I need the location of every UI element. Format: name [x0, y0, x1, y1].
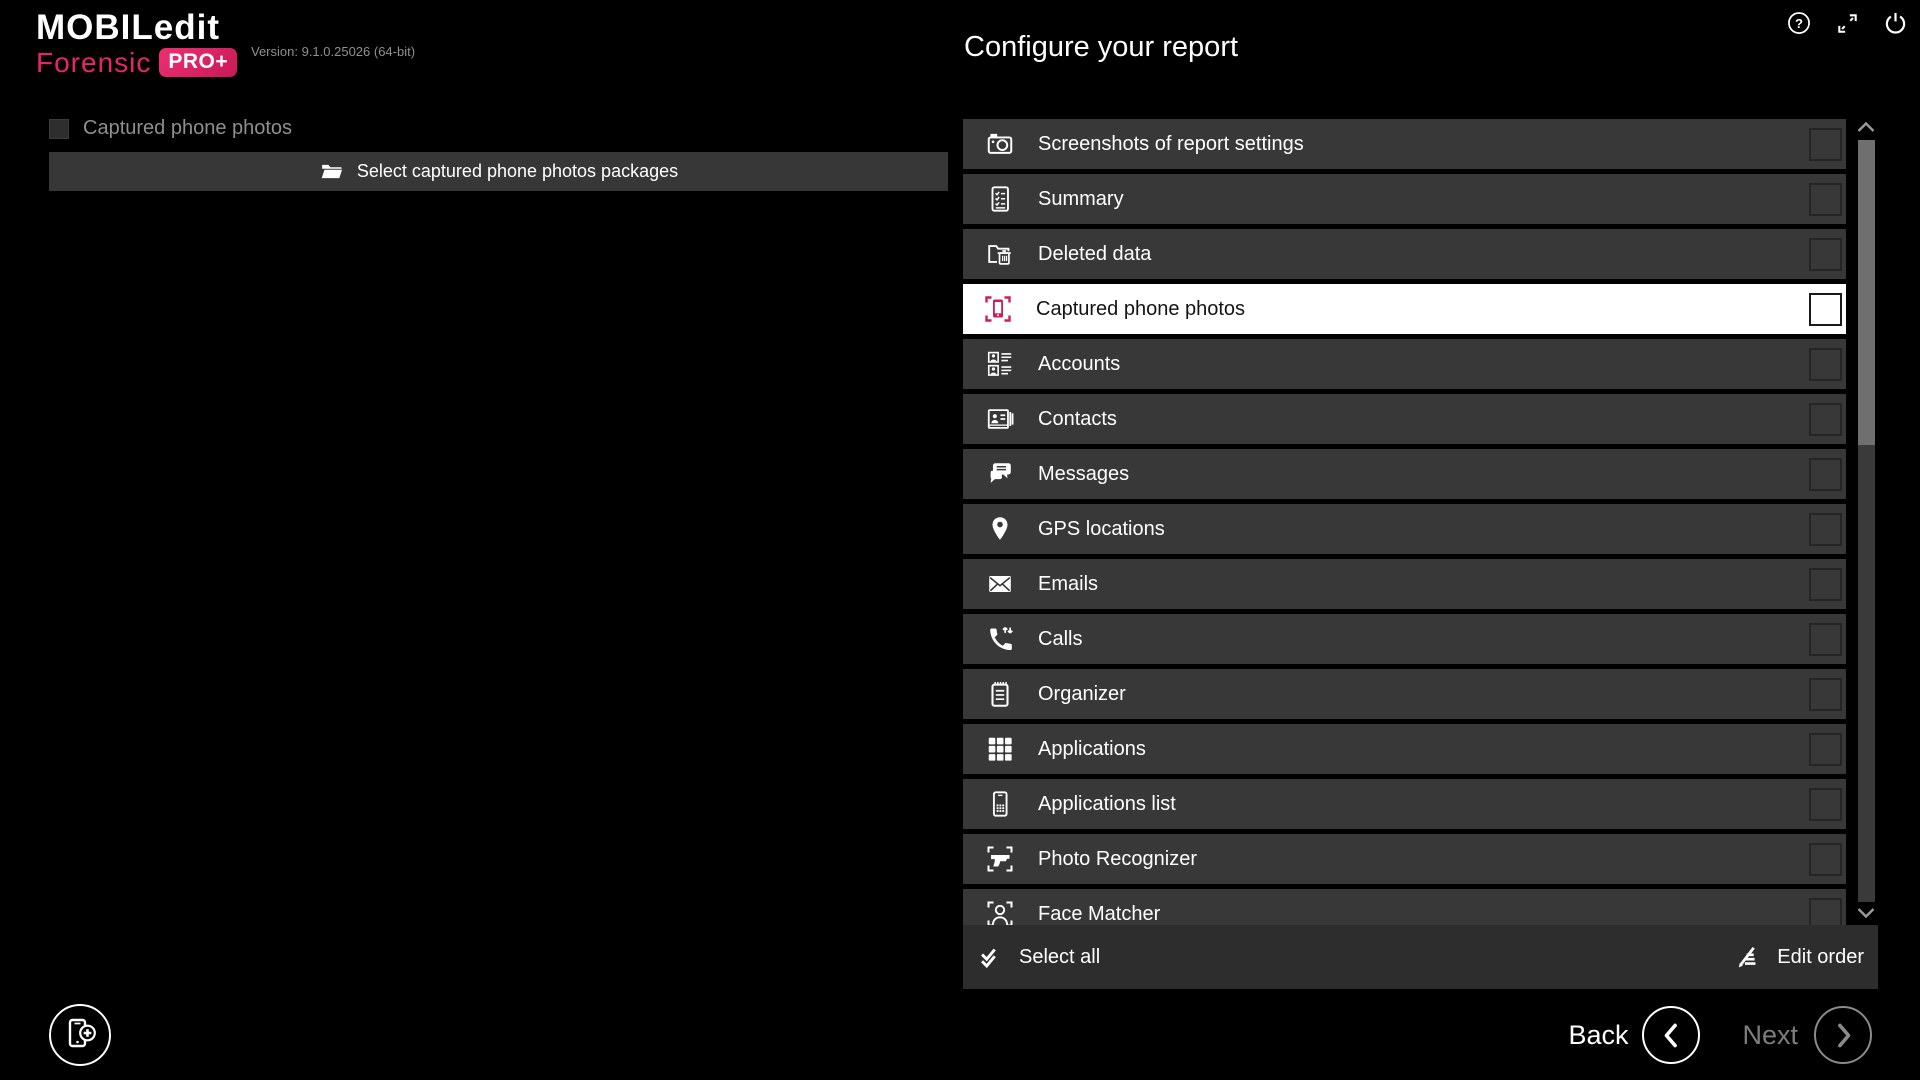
edit-pencil-icon — [1734, 943, 1762, 971]
report-item-checkbox[interactable] — [1809, 678, 1842, 711]
report-item-deleted-data[interactable]: Deleted data — [963, 229, 1846, 279]
accounts-icon — [983, 347, 1017, 381]
logo-forensic: Forensic — [36, 48, 151, 77]
report-item-captured-phone-photos[interactable]: Captured phone photos — [963, 284, 1846, 334]
edit-order-button[interactable]: Edit order — [1734, 943, 1864, 971]
report-item-applications-list[interactable]: Applications list — [963, 779, 1846, 829]
list-footer-bar: Select all Edit order — [963, 925, 1878, 989]
messages-icon — [983, 457, 1017, 491]
summary-document-icon — [983, 182, 1017, 216]
report-item-checkbox[interactable] — [1809, 238, 1842, 271]
deleted-data-icon — [983, 237, 1017, 271]
report-item-checkbox[interactable] — [1809, 128, 1842, 161]
report-item-face-matcher[interactable]: Face Matcher — [963, 889, 1846, 925]
applications-grid-icon — [983, 732, 1017, 766]
back-label: Back — [1568, 1020, 1628, 1051]
report-item-photo-recognizer[interactable]: Photo Recognizer — [963, 834, 1846, 884]
report-item-checkbox[interactable] — [1809, 788, 1842, 821]
report-item-contacts[interactable]: Contacts — [963, 394, 1846, 444]
scroll-up-arrow-icon[interactable] — [1856, 120, 1876, 134]
scroll-down-arrow-icon[interactable] — [1856, 906, 1876, 920]
double-check-icon — [977, 944, 1004, 971]
report-item-checkbox[interactable] — [1809, 733, 1842, 766]
camera-icon — [983, 127, 1017, 161]
report-item-checkbox[interactable] — [1809, 293, 1842, 326]
edit-order-label: Edit order — [1777, 946, 1864, 969]
applications-list-icon — [983, 787, 1017, 821]
svg-text:?: ? — [1795, 16, 1803, 31]
report-item-messages[interactable]: Messages — [963, 449, 1846, 499]
scrollbar-thumb[interactable] — [1858, 140, 1875, 445]
window-controls: ? — [1784, 8, 1910, 38]
add-phone-icon — [60, 1015, 100, 1055]
select-packages-label: Select captured phone photos packages — [357, 161, 678, 182]
folder-icon — [319, 159, 344, 184]
report-item-emails[interactable]: Emails — [963, 559, 1846, 609]
version-text: Version: 9.1.0.25026 (64-bit) — [251, 44, 415, 59]
report-item-gps-locations[interactable]: GPS locations — [963, 504, 1846, 554]
select-all-label: Select all — [1019, 946, 1100, 969]
help-icon[interactable]: ? — [1784, 8, 1814, 38]
report-item-screenshots-of-report-settings[interactable]: Screenshots of report settings — [963, 119, 1846, 169]
report-item-checkbox[interactable] — [1809, 568, 1842, 601]
power-icon[interactable] — [1880, 8, 1910, 38]
captured-phone-icon — [981, 292, 1015, 326]
report-item-checkbox[interactable] — [1809, 403, 1842, 436]
report-items-list: Screenshots of report settings Summary D… — [963, 119, 1846, 925]
next-label: Next — [1742, 1020, 1798, 1051]
add-phone-button[interactable] — [49, 1004, 111, 1066]
report-item-checkbox[interactable] — [1809, 183, 1842, 216]
report-item-checkbox[interactable] — [1809, 348, 1842, 381]
report-item-checkbox[interactable] — [1809, 458, 1842, 491]
logo-mobiledit: MOBILedit — [36, 10, 237, 47]
report-item-checkbox[interactable] — [1809, 843, 1842, 876]
resize-icon[interactable] — [1832, 8, 1862, 38]
chevron-left-icon — [1660, 1021, 1683, 1050]
select-packages-button[interactable]: Select captured phone photos packages — [49, 152, 948, 191]
captured-photos-checkbox[interactable] — [49, 119, 69, 139]
captured-photos-option: Captured phone photos — [49, 117, 292, 140]
page-title: Configure your report — [964, 31, 1238, 64]
scrollbar-track[interactable] — [1858, 140, 1875, 902]
calls-icon — [983, 622, 1017, 656]
wizard-navigation: Back Next — [1568, 1004, 1872, 1066]
report-item-calls[interactable]: Calls — [963, 614, 1846, 664]
report-item-accounts[interactable]: Accounts — [963, 339, 1846, 389]
face-matcher-icon — [983, 897, 1017, 925]
contacts-icon — [983, 402, 1017, 436]
logo-pro-badge: PRO+ — [159, 48, 237, 77]
mobiledit-configure-report-window: MOBILedit Forensic PRO+ Version: 9.1.0.2… — [0, 0, 1920, 1080]
next-button[interactable] — [1814, 1006, 1872, 1064]
report-item-applications[interactable]: Applications — [963, 724, 1846, 774]
email-icon — [983, 567, 1017, 601]
report-item-summary[interactable]: Summary — [963, 174, 1846, 224]
chevron-right-icon — [1832, 1021, 1855, 1050]
select-all-button[interactable]: Select all — [977, 944, 1100, 971]
report-item-organizer[interactable]: Organizer — [963, 669, 1846, 719]
report-item-checkbox[interactable] — [1809, 513, 1842, 546]
gps-pin-icon — [983, 512, 1017, 546]
report-item-checkbox[interactable] — [1809, 623, 1842, 656]
organizer-icon — [983, 677, 1017, 711]
app-logo: MOBILedit Forensic PRO+ — [36, 10, 237, 77]
back-button[interactable] — [1642, 1006, 1700, 1064]
report-item-checkbox[interactable] — [1809, 898, 1842, 926]
captured-photos-label: Captured phone photos — [83, 117, 292, 140]
photo-recognizer-icon — [983, 842, 1017, 876]
